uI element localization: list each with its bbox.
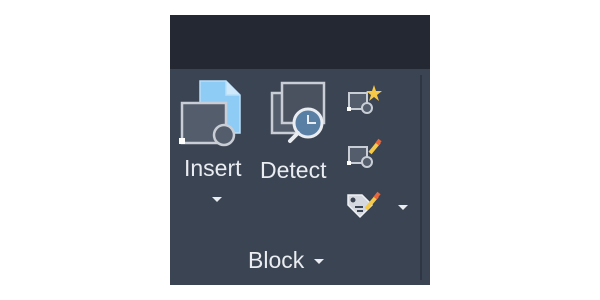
detect-block-icon bbox=[270, 81, 326, 143]
detect-button[interactable]: Detect bbox=[258, 75, 340, 195]
create-block-icon bbox=[347, 85, 382, 114]
create-block-button[interactable] bbox=[346, 83, 382, 117]
detect-label: Detect bbox=[260, 157, 327, 183]
edit-block-button[interactable] bbox=[346, 137, 382, 171]
block-ribbon-panel: Insert Detect Block bbox=[170, 15, 430, 285]
insert-button[interactable]: Insert bbox=[174, 75, 254, 205]
edit-block-icon bbox=[347, 138, 382, 168]
insert-label: Insert bbox=[184, 155, 242, 181]
panel-separator bbox=[420, 75, 422, 280]
panel-title-label: Block bbox=[248, 246, 305, 273]
edit-attributes-dropdown-icon[interactable] bbox=[398, 205, 408, 210]
insert-block-icon bbox=[179, 80, 241, 147]
block-panel-title[interactable]: Block bbox=[248, 245, 325, 275]
edit-attributes-button[interactable] bbox=[344, 187, 408, 221]
ribbon-top-bar bbox=[170, 15, 430, 69]
edit-attributes-icon bbox=[347, 191, 381, 219]
caret-down-icon[interactable] bbox=[314, 258, 325, 264]
insert-dropdown-icon[interactable] bbox=[212, 197, 222, 202]
